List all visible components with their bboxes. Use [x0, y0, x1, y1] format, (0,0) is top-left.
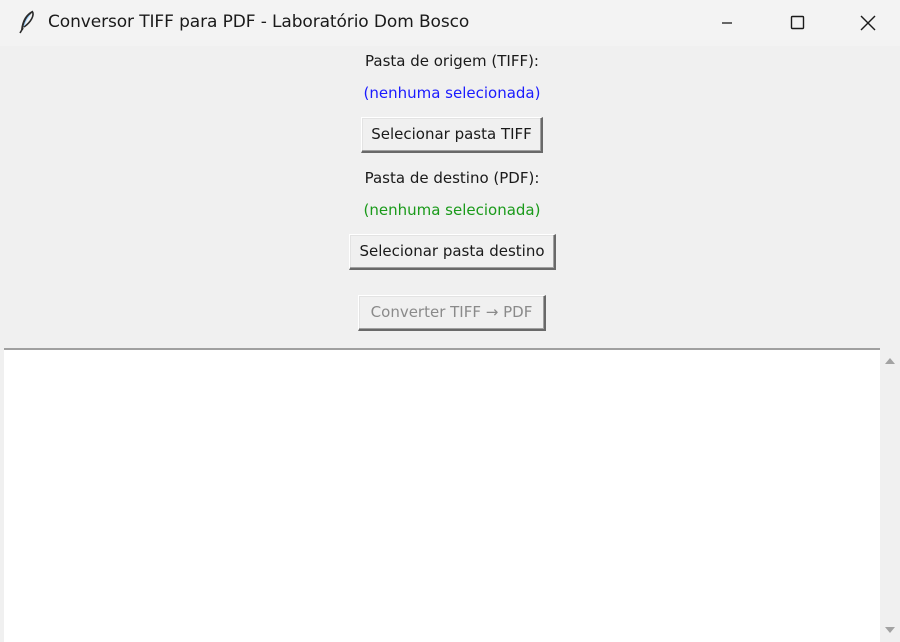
- close-button[interactable]: [832, 0, 900, 46]
- maximize-icon: [790, 15, 805, 30]
- select-destination-folder-button[interactable]: Selecionar pasta destino: [349, 234, 556, 270]
- window-title: Conversor TIFF para PDF - Laboratório Do…: [48, 12, 470, 32]
- source-folder-label: Pasta de origem (TIFF):: [365, 52, 539, 70]
- destination-folder-path: (nenhuma selecionada): [363, 201, 541, 219]
- main-content: Pasta de origem (TIFF): (nenhuma selecio…: [0, 46, 900, 642]
- minimize-button[interactable]: [692, 0, 762, 46]
- maximize-button[interactable]: [762, 0, 832, 46]
- source-folder-path: (nenhuma selecionada): [363, 84, 541, 102]
- log-scrollbar[interactable]: [880, 348, 900, 642]
- destination-folder-label: Pasta de destino (PDF):: [364, 169, 540, 187]
- app-window: Conversor TIFF para PDF - Laboratório Do…: [0, 0, 900, 642]
- select-tiff-folder-button[interactable]: Selecionar pasta TIFF: [361, 117, 543, 153]
- scroll-track[interactable]: [884, 372, 896, 620]
- minimize-icon: [722, 22, 732, 24]
- convert-tiff-to-pdf-button[interactable]: Converter TIFF → PDF: [358, 295, 546, 331]
- log-text-area[interactable]: [4, 348, 880, 642]
- scroll-down-arrow-icon[interactable]: [882, 622, 898, 638]
- close-icon: [860, 15, 876, 31]
- title-bar[interactable]: Conversor TIFF para PDF - Laboratório Do…: [0, 0, 900, 46]
- feather-icon: [17, 10, 37, 34]
- scroll-up-arrow-icon[interactable]: [882, 353, 898, 369]
- window-left-edge: [0, 46, 4, 642]
